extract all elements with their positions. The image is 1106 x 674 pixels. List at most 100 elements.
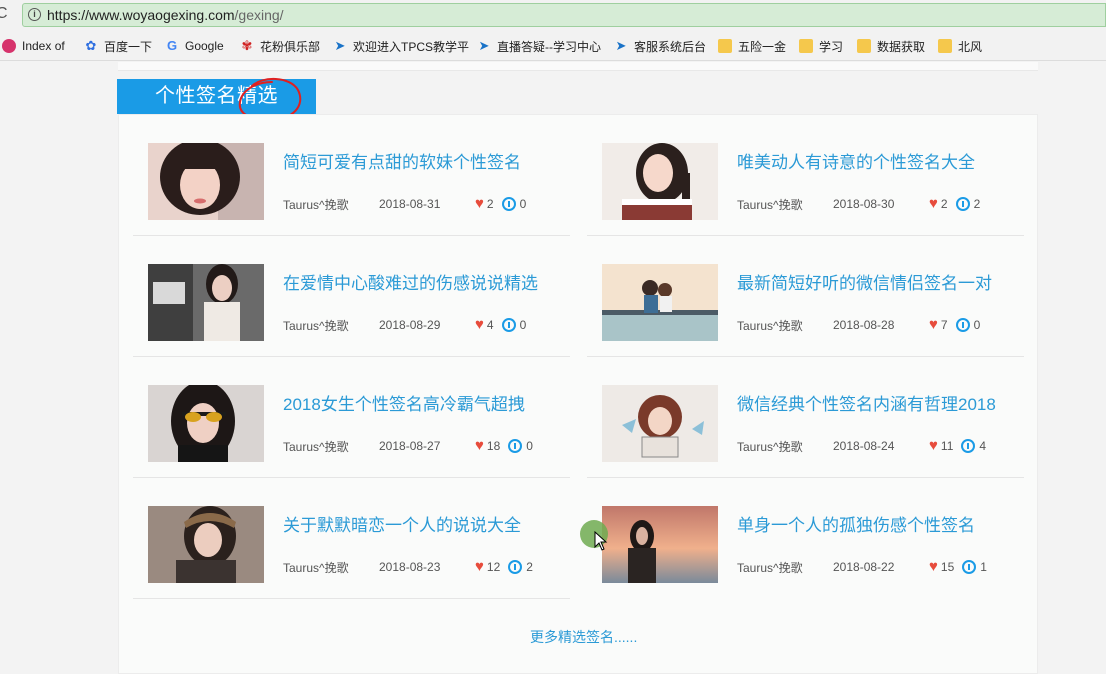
item-thumbnail[interactable] [602, 385, 718, 462]
item-title[interactable]: 微信经典个性签名内涵有哲理2018 [737, 390, 996, 415]
like-count: 7 [940, 318, 948, 332]
item-title[interactable]: 在爱情中心酸难过的伤感说说精选 [283, 269, 538, 294]
bookmark-label: Index of [22, 39, 65, 53]
like-count: 12 [486, 560, 501, 574]
bookmark-huawei[interactable]: ✾ 花粉俱乐部 [240, 31, 320, 61]
comment-count: 2 [973, 197, 981, 211]
comment-icon[interactable] [955, 197, 970, 211]
heart-icon[interactable]: ♥ [929, 438, 938, 453]
list-item[interactable]: 唯美动人有诗意的个性签名大全 Taurus^挽歌 2018-08-30 ♥ 2 … [587, 115, 1024, 236]
item-author[interactable]: Taurus^挽歌 [283, 317, 379, 334]
bookmark-baidu[interactable]: ✿ 百度一下 [84, 31, 152, 61]
bookmark-tpcs[interactable]: ➤ 欢迎进入TPCS教学平 [333, 31, 469, 61]
bookmark-folder-insurance[interactable]: 五险一金 [718, 31, 786, 61]
reload-icon[interactable]: C [0, 4, 16, 24]
bookmark-live-qa[interactable]: ➤ 直播答疑--学习中心 [477, 31, 601, 61]
folder-icon [799, 39, 813, 53]
more-signatures-link[interactable]: 更多精选签名...... [530, 627, 637, 647]
item-thumbnail[interactable] [148, 264, 264, 341]
address-bar[interactable]: i https://www.woyaogexing.com/gexing/ [22, 3, 1106, 27]
item-date: 2018-08-28 [833, 318, 895, 332]
huawei-icon: ✾ [241, 38, 253, 53]
item-author[interactable]: Taurus^挽歌 [737, 196, 833, 213]
item-thumbnail[interactable] [148, 385, 264, 462]
bookmarks-bar: Index of ✿ 百度一下 G Google ✾ 花粉俱乐部 ➤ 欢迎进入T… [0, 31, 1106, 61]
folder-icon [857, 39, 871, 53]
item-author[interactable]: Taurus^挽歌 [283, 438, 379, 455]
heart-icon[interactable]: ♥ [475, 438, 484, 453]
like-count: 2 [940, 197, 948, 211]
bookmark-google[interactable]: G Google [165, 31, 224, 61]
like-count: 11 [940, 439, 954, 453]
bookmark-label: Google [185, 39, 224, 53]
folder-icon [718, 39, 732, 53]
item-title[interactable]: 单身一个人的孤独伤感个性签名 [737, 511, 975, 536]
comment-icon[interactable] [955, 318, 970, 332]
item-thumbnail[interactable] [148, 506, 264, 583]
item-author[interactable]: Taurus^挽歌 [283, 196, 379, 213]
item-author[interactable]: Taurus^挽歌 [737, 559, 833, 576]
item-meta: Taurus^挽歌 2018-08-29 ♥ 4 0 [283, 317, 526, 333]
heart-icon[interactable]: ♥ [929, 317, 938, 332]
list-item[interactable]: 微信经典个性签名内涵有哲理2018 Taurus^挽歌 2018-08-24 ♥… [587, 357, 1024, 478]
heart-icon[interactable]: ♥ [475, 317, 484, 332]
list-item[interactable]: 单身一个人的孤独伤感个性签名 Taurus^挽歌 2018-08-22 ♥ 15… [587, 478, 1024, 599]
item-author[interactable]: Taurus^挽歌 [737, 317, 833, 334]
item-date: 2018-08-27 [379, 439, 441, 453]
item-thumbnail[interactable] [148, 143, 264, 220]
bookmark-label: 数据获取 [877, 39, 926, 54]
list-item[interactable]: 最新简短好听的微信情侣签名一对 Taurus^挽歌 2018-08-28 ♥ 7… [587, 236, 1024, 357]
comment-count: 0 [973, 318, 981, 332]
item-thumbnail[interactable] [602, 143, 718, 220]
index-of-icon [2, 39, 16, 53]
item-author[interactable]: Taurus^挽歌 [283, 559, 379, 576]
bookmark-folder-study[interactable]: 学习 [799, 31, 843, 61]
comment-icon[interactable] [501, 318, 516, 332]
item-title[interactable]: 关于默默暗恋一个人的说说大全 [283, 511, 521, 536]
bookmark-label: 百度一下 [104, 39, 153, 54]
heart-icon[interactable]: ♥ [929, 559, 938, 574]
tpcs-icon: ➤ [334, 38, 346, 53]
signature-list-panel: 简短可爱有点甜的软妹个性签名 Taurus^挽歌 2018-08-31 ♥ 2 … [118, 114, 1038, 674]
comment-count: 4 [979, 439, 987, 453]
heart-icon[interactable]: ♥ [929, 196, 938, 211]
item-author[interactable]: Taurus^挽歌 [737, 438, 833, 455]
bookmark-index-of[interactable]: Index of [2, 31, 65, 61]
comment-icon[interactable] [501, 197, 516, 211]
comment-count: 1 [980, 560, 987, 574]
like-count: 4 [486, 318, 494, 332]
list-item[interactable]: 2018女生个性签名高冷霸气超拽 Taurus^挽歌 2018-08-27 ♥ … [133, 357, 570, 478]
info-icon[interactable]: i [28, 8, 41, 21]
url-path: /gexing/ [234, 7, 284, 23]
list-item[interactable]: 在爱情中心酸难过的伤感说说精选 Taurus^挽歌 2018-08-29 ♥ 4… [133, 236, 570, 357]
item-title[interactable]: 最新简短好听的微信情侣签名一对 [737, 269, 992, 294]
bookmark-folder-data[interactable]: 数据获取 [857, 31, 925, 61]
item-title[interactable]: 唯美动人有诗意的个性签名大全 [737, 148, 975, 173]
item-date: 2018-08-31 [379, 197, 441, 211]
comment-icon[interactable] [961, 439, 976, 453]
bookmark-folder-beifeng[interactable]: 北风 [938, 31, 982, 61]
url-text[interactable]: https://www.woyaogexing.com/gexing/ [47, 7, 284, 23]
bookmark-support[interactable]: ➤ 客服系统后台 [614, 31, 706, 61]
bookmark-label: 五险一金 [738, 39, 787, 54]
heart-icon[interactable]: ♥ [475, 559, 484, 574]
item-title[interactable]: 2018女生个性签名高冷霸气超拽 [283, 390, 525, 415]
comment-icon[interactable] [508, 439, 523, 453]
comment-icon[interactable] [962, 560, 977, 574]
bookmark-label: 直播答疑--学习中心 [497, 39, 601, 54]
heart-icon[interactable]: ♥ [475, 196, 484, 211]
browser-address-row: C i https://www.woyaogexing.com/gexing/ [0, 0, 1106, 31]
like-count: 2 [486, 197, 494, 211]
item-meta: Taurus^挽歌 2018-08-31 ♥ 2 0 [283, 196, 526, 212]
list-item[interactable]: 关于默默暗恋一个人的说说大全 Taurus^挽歌 2018-08-23 ♥ 12… [133, 478, 570, 599]
comment-count: 0 [526, 439, 533, 453]
item-date: 2018-08-24 [833, 439, 895, 453]
item-title[interactable]: 简短可爱有点甜的软妹个性签名 [283, 148, 521, 173]
comment-count: 2 [526, 560, 533, 574]
list-item[interactable]: 简短可爱有点甜的软妹个性签名 Taurus^挽歌 2018-08-31 ♥ 2 … [133, 115, 570, 236]
comment-icon[interactable] [508, 560, 523, 574]
item-meta: Taurus^挽歌 2018-08-22 ♥ 15 1 [737, 559, 987, 575]
item-thumbnail[interactable] [602, 264, 718, 341]
bookmark-label: 学习 [819, 39, 844, 54]
item-thumbnail[interactable] [602, 506, 718, 583]
